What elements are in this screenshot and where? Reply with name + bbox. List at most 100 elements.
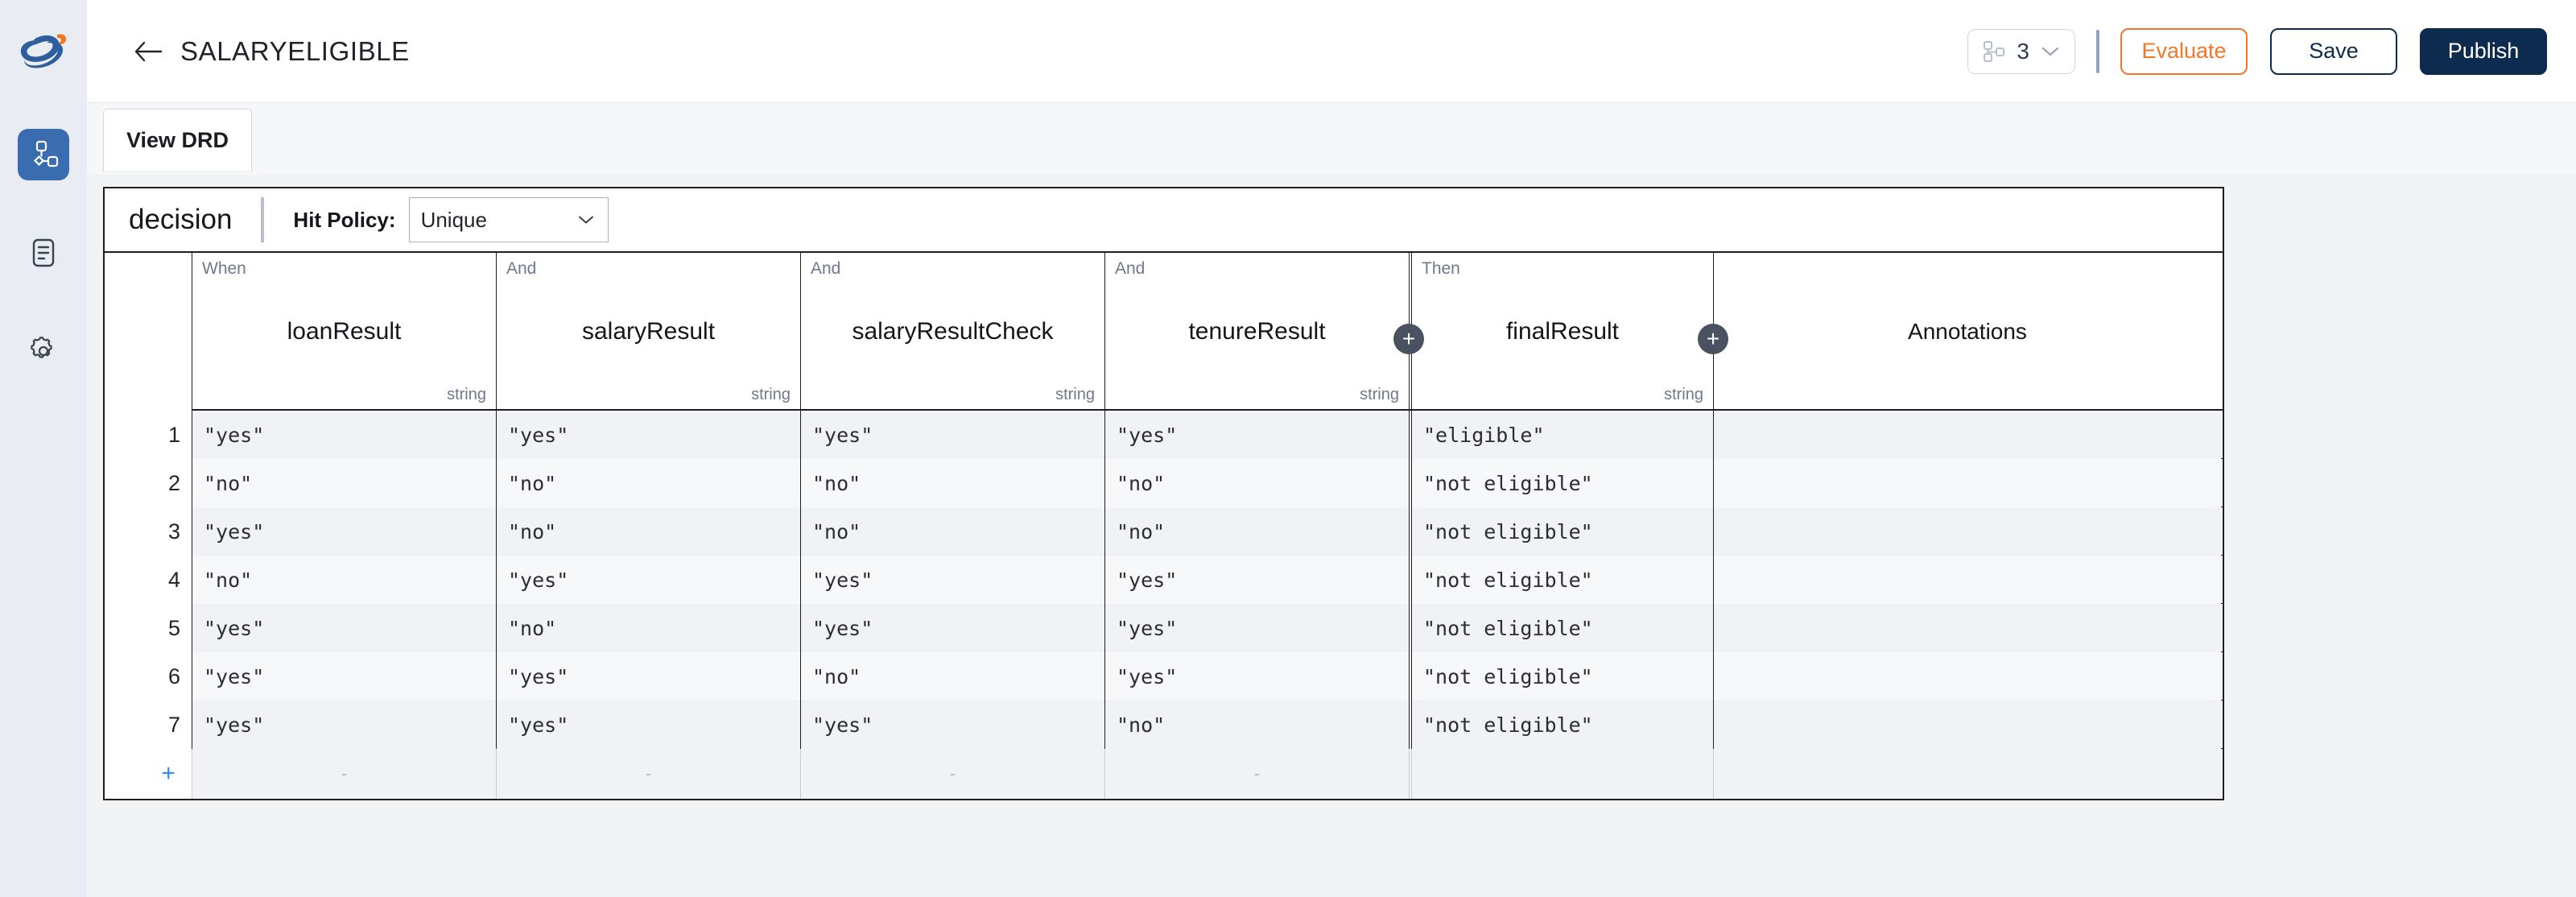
table-row: 4 "no" "yes" "yes" "yes" "not eligible"	[105, 556, 2223, 604]
cell-tenureresult[interactable]: "yes"	[1104, 652, 1409, 701]
cell-salaryresult[interactable]: "no"	[496, 459, 800, 507]
evaluate-button[interactable]: Evaluate	[2120, 27, 2248, 75]
column-name: salaryResult	[581, 318, 716, 345]
cell-annotations[interactable]	[1713, 556, 2221, 604]
cell-finalresult[interactable]: "not eligible"	[1409, 604, 1713, 652]
cell-annotations[interactable]	[1713, 411, 2221, 459]
cell-tenureresult[interactable]: "no"	[1104, 507, 1409, 556]
column-name: finalResult	[1505, 318, 1620, 345]
cell-salaryresultcheck[interactable]: "no"	[800, 507, 1104, 556]
row-number[interactable]: 4	[105, 556, 192, 604]
row-number[interactable]: 2	[105, 459, 192, 507]
cell-salaryresult[interactable]: "yes"	[496, 652, 800, 701]
row-number[interactable]: 7	[105, 701, 192, 749]
cell-salaryresultcheck[interactable]: "yes"	[800, 411, 1104, 459]
cell-finalresult[interactable]: "not eligible"	[1409, 652, 1713, 701]
cell-salaryresultcheck[interactable]: "no"	[800, 459, 1104, 507]
brand-logo[interactable]	[0, 0, 87, 103]
add-row-cell[interactable]: -	[1104, 749, 1409, 799]
sidebar-item-document[interactable]	[18, 227, 69, 279]
cell-salaryresult[interactable]: "no"	[496, 507, 800, 556]
gear-icon	[31, 337, 52, 358]
cell-tenureresult[interactable]: "no"	[1104, 459, 1409, 507]
add-row-cell[interactable]: -	[800, 749, 1104, 799]
column-name: tenureResult	[1188, 318, 1326, 345]
add-output-column-button[interactable]: +	[1698, 324, 1728, 354]
row-number[interactable]: 5	[105, 604, 192, 652]
cell-annotations[interactable]	[1713, 652, 2221, 701]
decision-graph-icon	[33, 140, 59, 167]
decision-name[interactable]: decision	[129, 204, 232, 236]
add-row-cell[interactable]	[1713, 749, 2221, 799]
column-header-tenureresult: And tenureResult string +	[1104, 253, 1424, 411]
tab-strip: View DRD	[87, 103, 2576, 175]
cell-loanresult[interactable]: "no"	[192, 556, 496, 604]
cell-salaryresultcheck[interactable]: "yes"	[800, 556, 1104, 604]
cell-finalresult[interactable]: "not eligible"	[1409, 507, 1713, 556]
save-button[interactable]: Save	[2270, 27, 2397, 75]
column-name: loanResult	[287, 318, 402, 345]
cell-annotations[interactable]	[1713, 507, 2221, 556]
cell-finalresult[interactable]: "not eligible"	[1409, 556, 1713, 604]
row-number[interactable]: 6	[105, 652, 192, 701]
cell-loanresult[interactable]: "no"	[192, 459, 496, 507]
column-header-annotations: Annotations	[1713, 253, 2221, 411]
column-header-salaryresult: And salaryResult string	[496, 253, 800, 411]
tab-view-drd[interactable]: View DRD	[103, 109, 253, 172]
cell-tenureresult[interactable]: "yes"	[1104, 556, 1409, 604]
cell-salaryresult[interactable]: "no"	[496, 604, 800, 652]
table-row: 6 "yes" "yes" "no" "yes" "not eligible"	[105, 652, 2223, 701]
cell-loanresult[interactable]: "yes"	[192, 604, 496, 652]
back-button[interactable]	[132, 35, 164, 68]
cell-salaryresult[interactable]: "yes"	[496, 701, 800, 749]
decision-table-body: 1 "yes" "yes" "yes" "yes" "eligible" 2 "no" "no"…	[105, 411, 2223, 749]
table-row: 3 "yes" "no" "no" "no" "not eligible"	[105, 507, 2223, 556]
table-row: 5 "yes" "no" "yes" "yes" "not eligible"	[105, 604, 2223, 652]
cell-annotations[interactable]	[1713, 701, 2221, 749]
cell-annotations[interactable]	[1713, 459, 2221, 507]
column-type: string	[1664, 386, 1703, 403]
add-rule-row: + - - - -	[105, 749, 2223, 799]
sidebar-item-drd[interactable]	[18, 129, 69, 180]
toolbar-divider	[2096, 29, 2099, 73]
cell-tenureresult[interactable]: "yes"	[1104, 604, 1409, 652]
add-row-cell[interactable]: -	[192, 749, 496, 799]
row-number[interactable]: 3	[105, 507, 192, 556]
cell-finalresult[interactable]: "not eligible"	[1409, 701, 1713, 749]
add-row-cell[interactable]: -	[496, 749, 800, 799]
chevron-down-icon	[2041, 47, 2059, 56]
cell-loanresult[interactable]: "yes"	[192, 652, 496, 701]
publish-button[interactable]: Publish	[2420, 27, 2547, 75]
cell-loanresult[interactable]: "yes"	[192, 507, 496, 556]
sidebar-item-settings[interactable]	[18, 325, 69, 377]
cell-loanresult[interactable]: "yes"	[192, 411, 496, 459]
add-row-cell[interactable]	[1409, 749, 1713, 799]
top-app-bar: SALARYELIGIBLE 3 Evaluate Save Publish	[0, 0, 2576, 103]
column-name: Annotations	[1908, 319, 2027, 344]
cell-tenureresult[interactable]: "no"	[1104, 701, 1409, 749]
toolbar-divider	[261, 197, 265, 242]
cell-finalresult[interactable]: "eligible"	[1409, 411, 1713, 459]
version-selector[interactable]: 3	[1967, 28, 2075, 74]
cell-salaryresultcheck[interactable]: "no"	[800, 652, 1104, 701]
column-header-salaryresultcheck: And salaryResultCheck string	[800, 253, 1104, 411]
cell-salaryresult[interactable]: "yes"	[496, 411, 800, 459]
column-header-finalresult: Then finalResult string +	[1409, 253, 1728, 411]
row-number[interactable]: 1	[105, 411, 192, 459]
version-value: 3	[2017, 38, 2029, 64]
add-input-column-button[interactable]: +	[1393, 324, 1424, 354]
page-title: SALARYELIGIBLE	[180, 35, 410, 66]
add-rule-button[interactable]: +	[105, 749, 192, 799]
column-tag: Then	[1422, 259, 1460, 278]
corner-cell	[105, 253, 192, 411]
hit-policy-select[interactable]: Unique	[408, 197, 609, 242]
cell-finalresult[interactable]: "not eligible"	[1409, 459, 1713, 507]
cell-salaryresultcheck[interactable]: "yes"	[800, 604, 1104, 652]
cell-loanresult[interactable]: "yes"	[192, 701, 496, 749]
cell-tenureresult[interactable]: "yes"	[1104, 411, 1409, 459]
cell-salaryresultcheck[interactable]: "yes"	[800, 701, 1104, 749]
cell-salaryresult[interactable]: "yes"	[496, 556, 800, 604]
cell-annotations[interactable]	[1713, 604, 2221, 652]
decision-table: decision Hit Policy: Unique When loanRes…	[103, 187, 2224, 800]
hit-policy-value: Unique	[420, 207, 487, 232]
